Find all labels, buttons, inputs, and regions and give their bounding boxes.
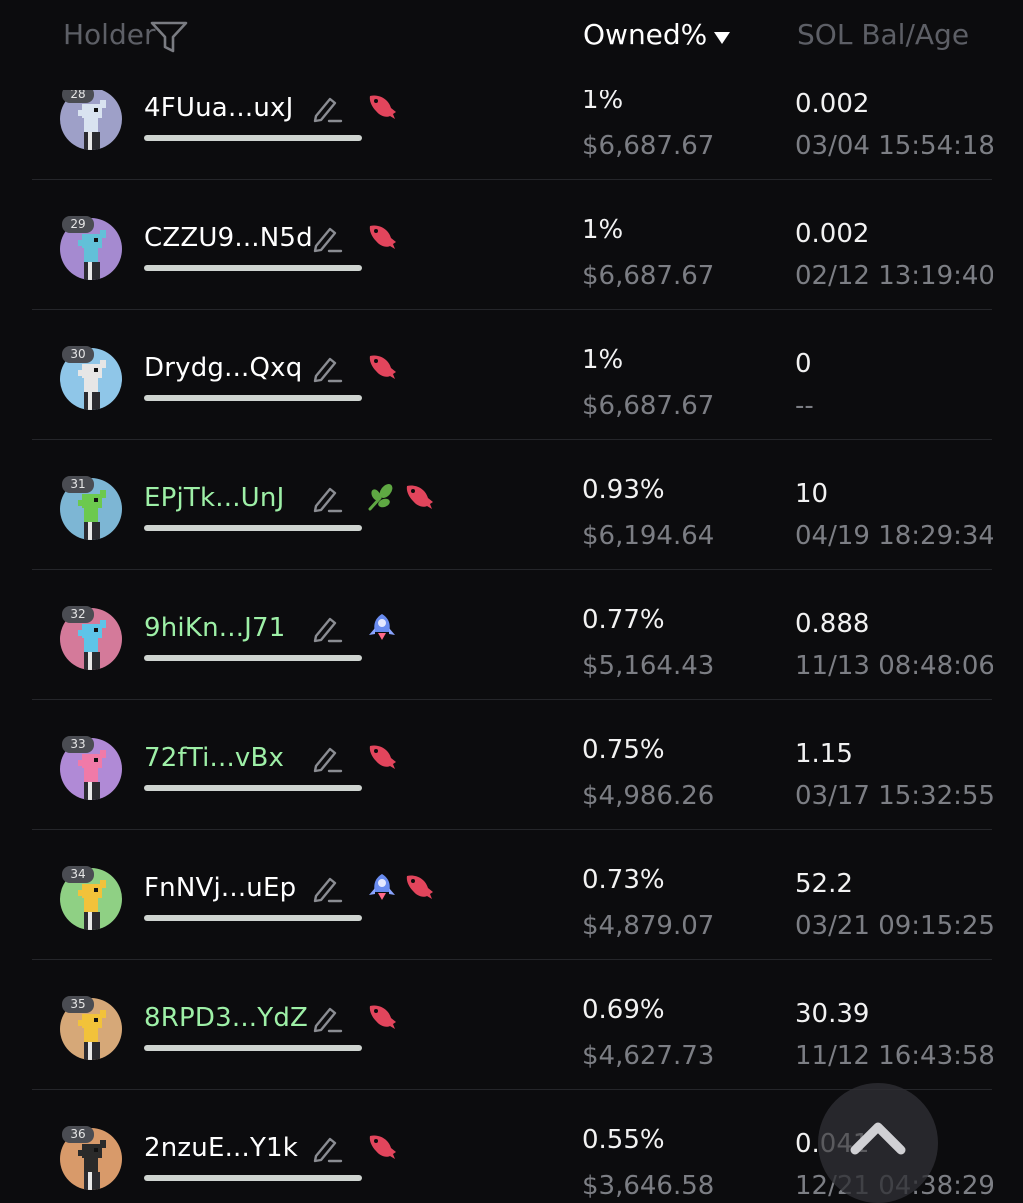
- sol-balance: 52.2: [795, 869, 853, 899]
- holder-column-header[interactable]: Holder: [63, 18, 155, 51]
- owned-usd-value: $4,879.07: [582, 911, 715, 941]
- fish-icon: [403, 482, 435, 516]
- holding-bar: [144, 395, 362, 401]
- edit-icon[interactable]: [311, 484, 343, 518]
- holder-row[interactable]: 32 9hiKn...J71 0.77% $5,164.43 0.888 11/…: [0, 568, 1023, 698]
- edit-icon[interactable]: [311, 224, 343, 258]
- owned-percent: 1%: [582, 90, 624, 115]
- wallet-age: 11/13 08:48:06: [795, 651, 993, 681]
- scroll-to-top-button[interactable]: [818, 1083, 938, 1203]
- edit-icon[interactable]: [311, 1134, 343, 1168]
- owned-usd-value: $6,687.67: [582, 261, 715, 291]
- fish-icon: [366, 92, 398, 126]
- wallet-address-link[interactable]: 4FUua...uxJ: [144, 93, 293, 123]
- edit-icon[interactable]: [311, 94, 343, 128]
- edit-icon[interactable]: [311, 744, 343, 778]
- sol-balance: 30.39: [795, 999, 870, 1029]
- owned-column-header[interactable]: Owned%: [583, 18, 707, 51]
- rocket-icon: [366, 612, 398, 646]
- chevron-up-icon: [850, 1122, 906, 1155]
- rank-badge: 28: [62, 90, 94, 103]
- wallet-age: 04/19 18:29:34: [795, 521, 993, 551]
- edit-icon[interactable]: [311, 354, 343, 388]
- holder-row[interactable]: 30 Drydg...Qxq 1% $6,687.67 0 --: [0, 308, 1023, 438]
- owned-percent: 1%: [582, 215, 624, 245]
- fish-icon: [366, 1132, 398, 1166]
- holding-bar: [144, 655, 362, 661]
- sol-balance: 10: [795, 479, 829, 509]
- edit-icon[interactable]: [311, 874, 343, 908]
- owned-percent: 1%: [582, 345, 624, 375]
- rank-badge: 34: [62, 866, 94, 883]
- wallet-address-link[interactable]: 9hiKn...J71: [144, 613, 286, 643]
- wallet-address-link[interactable]: 8RPD3...YdZ: [144, 1003, 308, 1033]
- holding-bar: [144, 915, 362, 921]
- owned-usd-value: $3,646.58: [582, 1171, 715, 1200]
- fish-icon: [366, 1002, 398, 1036]
- edit-icon[interactable]: [311, 1004, 343, 1038]
- herb-icon: [366, 482, 396, 516]
- wallet-age: 03/04 15:54:18: [795, 131, 993, 161]
- owned-percent: 0.75%: [582, 735, 665, 765]
- sol-balance-age-column-header[interactable]: SOL Bal/Age: [797, 18, 969, 51]
- owned-usd-value: $6,194.64: [582, 521, 715, 551]
- wallet-address-link[interactable]: Drydg...Qxq: [144, 353, 302, 383]
- wallet-address-link[interactable]: 72fTi...vBx: [144, 743, 284, 773]
- holder-row[interactable]: 35 8RPD3...YdZ 0.69% $4,627.73 30.39 11/…: [0, 958, 1023, 1088]
- fish-icon: [366, 742, 398, 776]
- holder-row[interactable]: 33 72fTi...vBx 0.75% $4,986.26 1.15 03/1…: [0, 698, 1023, 828]
- wallet-address-link[interactable]: EPjTk...UnJ: [144, 483, 284, 513]
- fish-icon: [366, 222, 398, 256]
- wallet-age: 11/12 16:43:58: [795, 1041, 993, 1071]
- sort-down-icon[interactable]: [713, 30, 731, 49]
- holders-list: 28 4FUua...uxJ 1% $6,687.67 0.002 03/04 …: [0, 90, 1023, 1200]
- holding-bar: [144, 265, 362, 271]
- owned-usd-value: $6,687.67: [582, 391, 715, 421]
- edit-icon[interactable]: [311, 614, 343, 648]
- owned-percent: 0.69%: [582, 995, 665, 1025]
- wallet-age: --: [795, 391, 814, 421]
- owned-percent: 0.93%: [582, 475, 665, 505]
- rank-badge: 30: [62, 346, 94, 363]
- filter-icon[interactable]: [150, 20, 188, 58]
- holding-bar: [144, 135, 362, 141]
- holder-row[interactable]: 29 CZZU9...N5d 1% $6,687.67 0.002 02/12 …: [0, 178, 1023, 308]
- owned-percent: 0.55%: [582, 1125, 665, 1155]
- sol-balance: 0.002: [795, 90, 870, 119]
- holding-bar: [144, 785, 362, 791]
- holding-bar: [144, 525, 362, 531]
- rocket-icon: [366, 872, 398, 906]
- sol-balance: 0: [795, 349, 812, 379]
- owned-percent: 0.77%: [582, 605, 665, 635]
- wallet-address-link[interactable]: 2nzuE...Y1k: [144, 1133, 298, 1163]
- sol-balance: 0.002: [795, 219, 870, 249]
- rank-badge: 33: [62, 736, 94, 753]
- fish-icon: [403, 872, 435, 906]
- owned-usd-value: $4,986.26: [582, 781, 715, 811]
- rank-badge: 29: [62, 216, 94, 233]
- holding-bar: [144, 1045, 362, 1051]
- wallet-address-link[interactable]: CZZU9...N5d: [144, 223, 313, 253]
- owned-percent: 0.73%: [582, 865, 665, 895]
- rank-badge: 32: [62, 606, 94, 623]
- wallet-age: 02/12 13:19:40: [795, 261, 993, 291]
- holder-row[interactable]: 34 FnNVj...uEp 0.73% $4,879.07 52.2 03/2…: [0, 828, 1023, 958]
- wallet-address-link[interactable]: FnNVj...uEp: [144, 873, 296, 903]
- owned-usd-value: $4,627.73: [582, 1041, 715, 1071]
- rank-badge: 31: [62, 476, 94, 493]
- holder-row[interactable]: 28 4FUua...uxJ 1% $6,687.67 0.002 03/04 …: [0, 90, 1023, 178]
- holder-row[interactable]: 31 EPjTk...UnJ 0.93% $6,194.64 10 04/19 …: [0, 438, 1023, 568]
- rank-badge: 36: [62, 1126, 94, 1143]
- sol-balance: 1.15: [795, 739, 853, 769]
- owned-usd-value: $5,164.43: [582, 651, 715, 681]
- table-header: Holder Owned% SOL Bal/Age: [0, 0, 1023, 90]
- wallet-age: 03/21 09:15:25: [795, 911, 993, 941]
- sol-balance: 0.888: [795, 609, 870, 639]
- owned-usd-value: $6,687.67: [582, 131, 715, 161]
- holding-bar: [144, 1175, 362, 1181]
- fish-icon: [366, 352, 398, 386]
- wallet-age: 03/17 15:32:55: [795, 781, 993, 811]
- rank-badge: 35: [62, 996, 94, 1013]
